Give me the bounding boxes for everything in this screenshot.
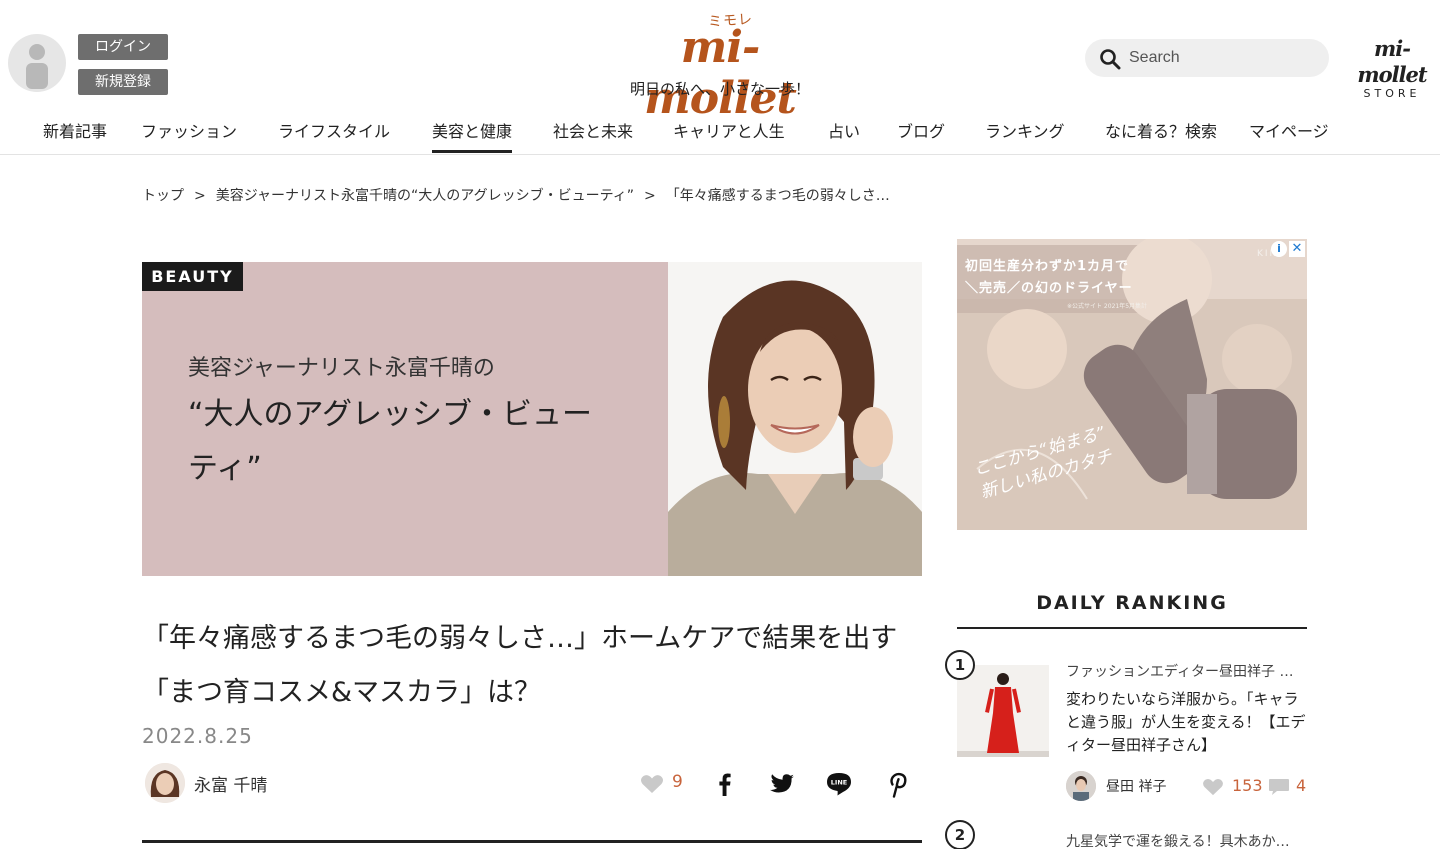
advertisement-banner[interactable]: 初回生産分わずか1カ月で ＼完売／の幻のドライヤー ※公式サイト 2021年5月…	[957, 239, 1307, 530]
ranking-like-count: 153	[1232, 776, 1263, 795]
pinterest-share-button[interactable]	[884, 770, 912, 798]
ranking-author-avatar[interactable]	[1066, 771, 1096, 801]
site-logo[interactable]: ミモレ mi-mollet 明日の私へ、小さな一歩！	[560, 8, 880, 124]
register-button[interactable]: 新規登録	[78, 69, 168, 95]
store-logo-wordmark: mi-mollet	[1357, 36, 1427, 87]
facebook-icon	[719, 773, 731, 796]
nav-item-mypage[interactable]: マイページ	[1249, 118, 1329, 142]
breadcrumb-current: 「年々痛感するまつ毛の弱々しさ…	[665, 188, 890, 204]
search-icon[interactable]	[1099, 48, 1121, 70]
ranking-comment-count: 4	[1296, 776, 1307, 795]
like-count: 9	[672, 772, 683, 792]
heart-icon	[1203, 779, 1223, 796]
nav-item-fortune[interactable]: 占い	[828, 118, 860, 142]
line-icon: LINE	[827, 773, 851, 796]
rank-number: 2	[945, 820, 975, 849]
category-badge[interactable]: BEAUTY	[142, 262, 243, 291]
site-tagline: 明日の私へ、小さな一歩！	[629, 80, 810, 98]
ranking-article-title[interactable]: 変わりたいなら洋服から。「キャラと違う服」が人生を変える！【エディター昼田祥子さ…	[1066, 688, 1306, 757]
rank-number: 1	[945, 650, 975, 680]
nav-item-outfit-search[interactable]: なに着る？検索	[1105, 118, 1217, 142]
nav-item-career[interactable]: キャリアと人生	[673, 118, 785, 142]
ranking-category[interactable]: ファッションエディター昼田祥子 …	[1066, 661, 1306, 681]
hero-subtitle: 美容ジャーナリスト永富千晴の	[188, 356, 495, 381]
nav-item-society[interactable]: 社会と未来	[553, 118, 633, 142]
hero-banner: BEAUTY 美容ジャーナリスト永富千晴の “大人のアグレッシブ・ビューティ”	[142, 262, 922, 576]
ad-close-icon[interactable]: ✕	[1289, 241, 1305, 257]
twitter-share-button[interactable]	[768, 770, 796, 798]
nav-item-lifestyle[interactable]: ライフスタイル	[278, 118, 390, 142]
author-avatar[interactable]	[145, 763, 185, 803]
line-share-button[interactable]: LINE	[825, 770, 853, 798]
breadcrumb-separator: >	[194, 188, 206, 204]
ranking-thumbnail[interactable]	[957, 665, 1049, 757]
comment-icon	[1269, 779, 1289, 795]
search-box[interactable]	[1085, 39, 1329, 77]
nav-item-ranking[interactable]: ランキング	[985, 118, 1065, 142]
user-avatar-icon[interactable]	[8, 34, 66, 92]
hero-title: “大人のアグレッシブ・ビューティ”	[188, 397, 593, 486]
store-logo[interactable]: mi-mollet STORE	[1346, 36, 1438, 100]
ranking-divider	[957, 627, 1307, 629]
breadcrumb-home[interactable]: トップ	[142, 188, 184, 204]
ad-info-icon[interactable]: i	[1271, 241, 1287, 257]
nav-item-beauty-health[interactable]: 美容と健康	[432, 118, 513, 153]
breadcrumb-series[interactable]: 美容ジャーナリスト永富千晴の“大人のアグレッシブ・ビューティ”	[216, 188, 634, 204]
article-title: 「年々痛感するまつ毛の弱々しさ…」ホームケアで結果を出す「まつ育コスメ&マスカラ…	[142, 623, 898, 708]
ad-note: ※公式サイト 2021年5月集計	[1067, 303, 1148, 310]
site-header: ログイン 新規登録 ミモレ mi-mollet 明日の私へ、小さな一歩！ mi-…	[0, 0, 1440, 155]
ranking-heading: DAILY RANKING	[1036, 592, 1228, 614]
ranking-category[interactable]: 九星気学で運を鍛える！具木あか…	[1066, 831, 1306, 849]
article-date: 2022.8.25	[142, 724, 253, 748]
ranking-author-name[interactable]: 昼田 祥子	[1106, 776, 1166, 796]
heart-icon	[640, 775, 664, 793]
nav-item-new[interactable]: 新着記事	[43, 118, 107, 142]
main-nav: 新着記事 ファッション ライフスタイル 美容と健康 社会と未来 キャリアと人生 …	[0, 112, 1440, 154]
logo-wordmark: mi-mollet	[644, 22, 797, 124]
nav-item-blog[interactable]: ブログ	[897, 118, 945, 142]
article-divider	[142, 840, 922, 843]
search-input[interactable]	[1129, 39, 1319, 77]
author-name[interactable]: 永富 千晴	[194, 771, 267, 796]
login-button[interactable]: ログイン	[78, 34, 168, 60]
store-logo-sub: STORE	[1363, 87, 1421, 100]
ad-headline-2: ＼完売／の幻のドライヤー	[965, 281, 1133, 296]
pinterest-icon	[890, 772, 907, 798]
facebook-share-button[interactable]	[711, 770, 739, 798]
breadcrumb-separator: >	[644, 188, 656, 204]
nav-item-fashion[interactable]: ファッション	[141, 118, 237, 142]
svg-text:LINE: LINE	[831, 779, 847, 787]
ad-headline-1: 初回生産分わずか1カ月で	[965, 259, 1130, 274]
author-portrait-image	[668, 262, 922, 576]
twitter-icon	[770, 774, 794, 793]
breadcrumb: トップ > 美容ジャーナリスト永富千晴の“大人のアグレッシブ・ビューティ” > 「年々痛…	[142, 185, 890, 205]
